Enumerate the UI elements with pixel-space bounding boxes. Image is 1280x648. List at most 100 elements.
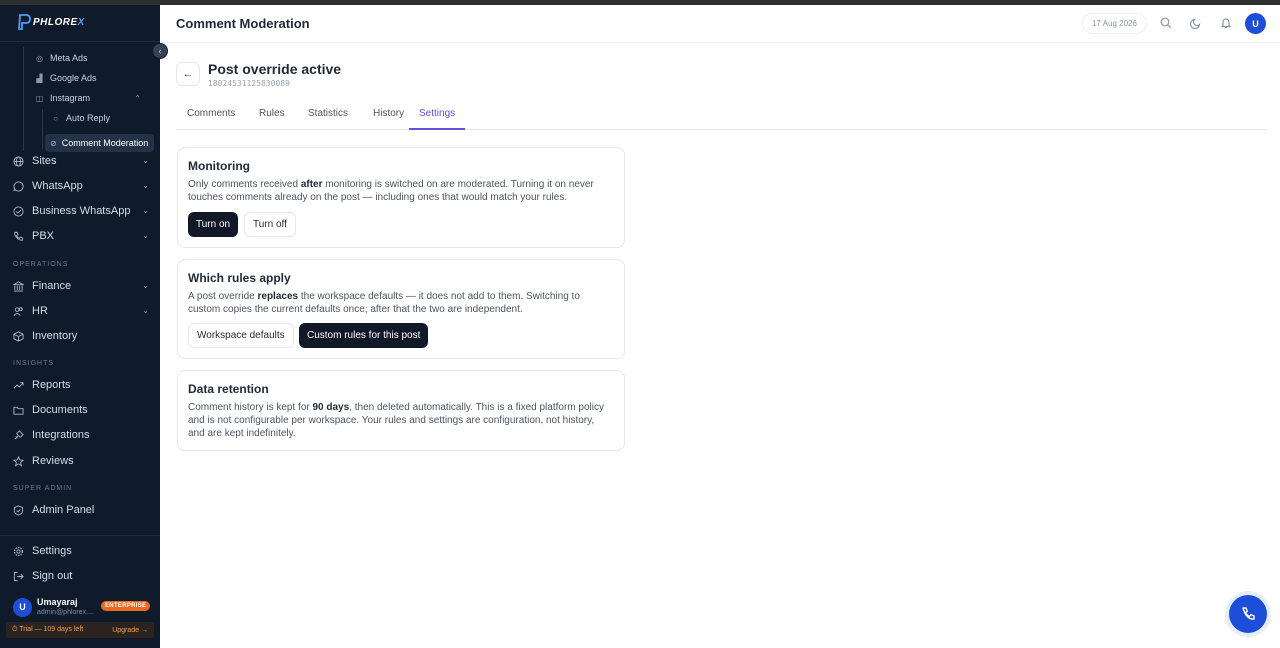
workspace-defaults-button[interactable]: Workspace defaults — [188, 323, 294, 348]
sidebar-item-instagram[interactable]: ◫ Instagram ⌃ — [35, 89, 153, 107]
logout-icon — [13, 571, 24, 582]
box-icon — [13, 330, 24, 342]
folder-icon — [13, 405, 24, 416]
chevron-down-icon: ⌄ — [142, 156, 149, 165]
monitoring-card: Monitoring Only comments received after … — [177, 147, 625, 248]
sidebar-item-documents[interactable]: Documents — [13, 400, 149, 420]
people-icon — [13, 306, 24, 317]
chevron-down-icon: ⌄ — [142, 206, 149, 215]
trial-banner: ⏱ Trial — 109 days left Upgrade → — [6, 622, 154, 638]
sidebar-divider — [0, 535, 160, 536]
sidebar-item-label: Sign out — [32, 570, 73, 582]
card-title: Data retention — [188, 382, 269, 396]
collapse-sidebar-button[interactable]: ‹ — [152, 43, 168, 59]
card-title: Which rules apply — [188, 271, 291, 285]
sidebar-item-label: Meta Ads — [50, 53, 88, 63]
whatsapp-icon — [13, 180, 24, 192]
date-pill: 17 Aug 2026 — [1082, 13, 1147, 34]
globe-icon — [13, 155, 24, 167]
sidebar-item-label: Comment Moderation — [61, 138, 149, 148]
brand-name: PHLORE — [33, 16, 78, 28]
section-label-insights: INSIGHTS — [13, 360, 55, 367]
sidebar-item-label: Instagram — [50, 93, 91, 103]
brand-name-accent: X — [77, 16, 85, 28]
sidebar-item-label: PBX — [32, 230, 55, 242]
bank-icon — [13, 280, 24, 292]
tab-settings[interactable]: Settings — [409, 108, 466, 130]
sidebar-item-inventory[interactable]: Inventory — [13, 326, 149, 346]
chevron-up-icon: ⌃ — [134, 94, 141, 103]
sidebar-item-auto-reply[interactable]: ○ Auto Reply — [51, 109, 110, 127]
topbar: Comment Moderation 17 Aug 2026 U — [160, 5, 1280, 43]
sidebar-item-label: Integrations — [32, 429, 90, 441]
sidebar-item-pbx[interactable]: PBX ⌄ — [13, 226, 149, 246]
logo-mark-icon — [18, 14, 31, 30]
custom-rules-button[interactable]: Custom rules for this post — [299, 323, 429, 348]
avatar[interactable]: U — [1245, 13, 1266, 34]
sidebar-item-label: WhatsApp — [32, 180, 83, 192]
user-profile[interactable]: U Umayaraj admin@phlorex.... ENTERPRISE — [13, 596, 153, 618]
chevron-down-icon: ⌄ — [142, 281, 149, 290]
chat-icon: ○ — [53, 113, 58, 123]
sidebar-item-label: Documents — [32, 404, 88, 416]
sidebar-item-integrations[interactable]: Integrations — [13, 425, 149, 445]
sidebar-item-label: Admin Panel — [32, 504, 95, 516]
plug-icon — [13, 429, 24, 441]
post-id: 18024531125830089 — [208, 79, 290, 88]
meta-icon: ◎ — [36, 53, 43, 63]
sidebar-item-business-whatsapp[interactable]: Business WhatsApp ⌄ — [13, 201, 149, 221]
phone-icon — [13, 231, 24, 242]
turn-off-button[interactable]: Turn off — [244, 212, 296, 237]
sidebar-item-label: Google Ads — [50, 73, 97, 83]
card-description: A post override replaces the workspace d… — [188, 291, 580, 316]
tree-line — [42, 109, 43, 149]
rules-card: Which rules apply A post override replac… — [177, 259, 625, 359]
sidebar-item-sign-out[interactable]: Sign out — [13, 566, 149, 586]
arrow-left-icon: ← — [182, 68, 194, 80]
tab-history[interactable]: History — [373, 108, 404, 130]
turn-on-button[interactable]: Turn on — [188, 212, 239, 237]
card-title: Monitoring — [188, 159, 250, 173]
trial-text: ⏱ Trial — 109 days left — [12, 626, 84, 633]
brand-logo[interactable]: PHLOREX — [17, 13, 85, 31]
star-icon — [13, 455, 24, 467]
post-title: Post override active — [208, 61, 342, 77]
search-icon[interactable] — [1159, 16, 1173, 30]
sidebar-item-admin-panel[interactable]: Admin Panel — [13, 500, 149, 520]
sidebar-item-meta-ads[interactable]: ◎ Meta Ads — [35, 49, 88, 67]
section-label-operations: OPERATIONS — [13, 261, 69, 268]
tab-statistics[interactable]: Statistics — [308, 108, 348, 130]
bell-icon[interactable] — [1219, 16, 1233, 30]
check-circle-icon — [13, 205, 24, 217]
main-content: Comment Moderation 17 Aug 2026 U ← Post … — [160, 5, 1280, 648]
upgrade-link[interactable]: Upgrade → — [112, 627, 148, 634]
sidebar-item-label: Sites — [32, 155, 57, 167]
back-button[interactable]: ← — [176, 62, 200, 86]
moon-icon[interactable] — [1189, 16, 1203, 30]
retention-card: Data retention Comment history is kept f… — [177, 370, 625, 451]
instagram-icon: ◫ — [35, 93, 44, 103]
sidebar-item-settings[interactable]: Settings — [13, 541, 149, 561]
sidebar-item-google-ads[interactable]: ▟ Google Ads — [35, 69, 97, 87]
sidebar-item-comment-moderation[interactable]: ⊘ Comment Moderation — [45, 134, 154, 152]
sidebar-item-whatsapp[interactable]: WhatsApp ⌄ — [13, 176, 149, 196]
user-name: Umayaraj — [37, 597, 78, 607]
sidebar-item-reviews[interactable]: Reviews — [13, 451, 149, 471]
sidebar-item-sites[interactable]: Sites ⌄ — [13, 151, 149, 171]
tab-comments[interactable]: Comments — [187, 108, 235, 130]
sidebar-item-label: Inventory — [32, 330, 78, 342]
sidebar-item-finance[interactable]: Finance ⌄ — [13, 276, 149, 296]
chevron-down-icon: ⌄ — [142, 231, 149, 240]
shield-icon — [13, 504, 24, 516]
section-label-super-admin: SUPER ADMIN — [13, 485, 73, 492]
tree-line — [23, 47, 24, 151]
user-email: admin@phlorex.... — [37, 609, 94, 616]
sidebar-item-label: Reports — [32, 379, 71, 391]
card-description: Only comments received after monitoring … — [188, 179, 594, 204]
chevron-down-icon: ⌄ — [142, 181, 149, 190]
sidebar-item-hr[interactable]: HR ⌄ — [13, 301, 149, 321]
shield-icon: ⊘ — [50, 138, 57, 148]
tab-rules[interactable]: Rules — [259, 108, 285, 130]
sidebar-item-reports[interactable]: Reports — [13, 375, 149, 395]
call-button[interactable] — [1229, 595, 1267, 633]
